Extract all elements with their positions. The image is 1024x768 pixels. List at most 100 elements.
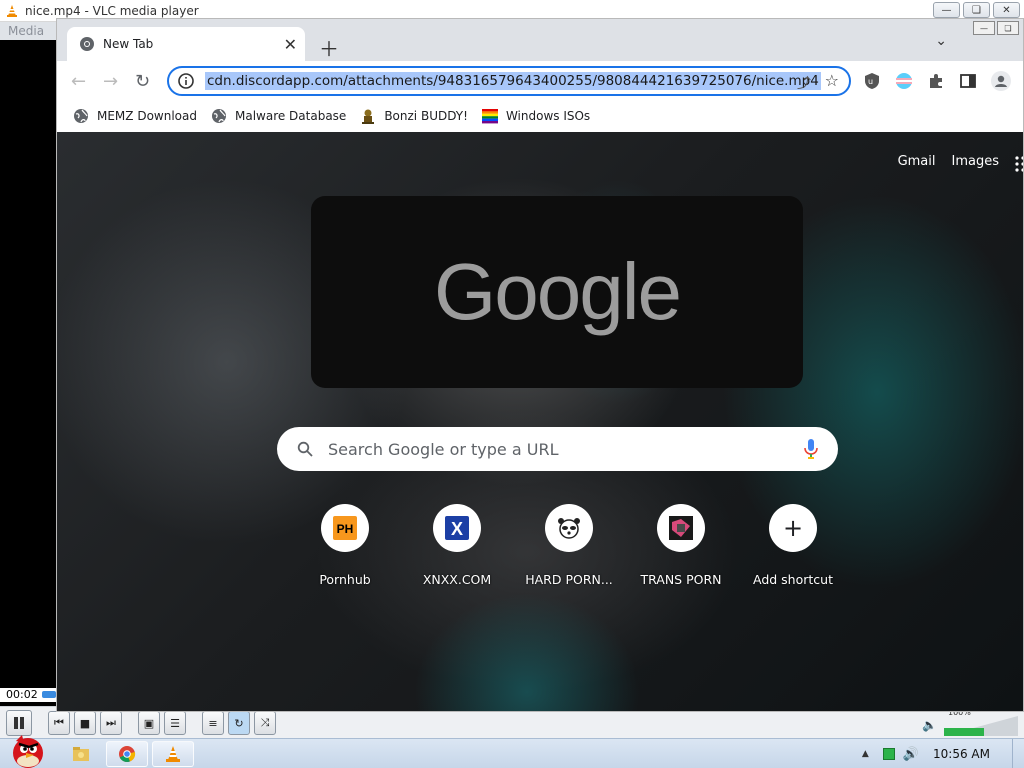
windows-flag-icon xyxy=(481,109,498,124)
tab-title: New Tab xyxy=(103,37,154,51)
bookmark-label: Malware Database xyxy=(234,109,347,123)
stop-button[interactable]: ■ xyxy=(74,711,96,735)
share-icon[interactable]: ⤴ xyxy=(797,73,811,93)
globe-icon xyxy=(211,109,226,123)
close-button[interactable]: ✕ xyxy=(993,2,1020,18)
trans-flag-extension-icon[interactable] xyxy=(895,72,913,90)
site-info-icon[interactable] xyxy=(177,72,195,90)
window-title: nice.mp4 - VLC media player xyxy=(25,3,199,18)
fullscreen-icon: ▣ xyxy=(143,716,155,730)
taskbar-vlc[interactable] xyxy=(152,741,194,767)
bookmark-star-icon[interactable]: ☆ xyxy=(825,71,839,90)
bookmark-bonzi-buddy[interactable]: Bonzi BUDDY! xyxy=(360,108,468,124)
show-desktop-button[interactable] xyxy=(1012,739,1024,768)
bookmark-label: MEMZ Download xyxy=(97,109,197,123)
previous-button[interactable]: ⏮ xyxy=(48,711,70,735)
speaker-icon[interactable]: 🔈 xyxy=(922,718,937,732)
back-icon[interactable]: ← xyxy=(71,71,86,92)
shortcut-pornhub[interactable]: PH Pornhub xyxy=(289,504,401,587)
volume-icon[interactable]: 🔊 xyxy=(903,747,919,762)
bookmark-windows-isos[interactable]: Windows ISOs xyxy=(481,108,590,124)
shortcut-trans-porn[interactable]: TRANS PORN xyxy=(625,504,737,587)
maximize-button[interactable]: ❏ xyxy=(963,2,990,18)
minimize-button[interactable]: — xyxy=(933,2,960,18)
ublock-icon[interactable]: u xyxy=(863,72,881,90)
show-hidden-icons-icon[interactable]: ▲ xyxy=(862,749,869,759)
images-link[interactable]: Images xyxy=(952,154,1000,169)
angry-bird-start-icon[interactable] xyxy=(2,731,50,768)
clock[interactable]: 10:56 AM xyxy=(933,747,990,761)
shortcut-icon: + xyxy=(769,504,817,552)
url-text[interactable]: cdn.discordapp.com/attachments/948316579… xyxy=(205,72,821,90)
shortcut-label: TRANS PORN xyxy=(640,572,722,587)
taskbar: ▲ 🔊 10:56 AM xyxy=(0,735,1024,768)
network-icon[interactable] xyxy=(882,748,895,760)
xnxx-icon: X xyxy=(445,516,469,540)
playlist-icon: ≡ xyxy=(208,716,218,730)
system-tray: ▲ 🔊 10:56 AM xyxy=(862,739,1024,768)
google-apps-icon[interactable] xyxy=(1013,156,1024,172)
add-icon: + xyxy=(782,514,804,542)
tab-strip: New Tab ✕ ＋ ⌄ — ❏ xyxy=(57,19,1023,62)
side-panel-icon[interactable] xyxy=(959,72,977,90)
bookmarks-bar: MEMZ Download Malware Database Bonzi BUD… xyxy=(57,101,1023,131)
omnibox[interactable]: cdn.discordapp.com/attachments/948316579… xyxy=(167,66,851,96)
search-icon xyxy=(297,441,313,457)
toolbar: ← → ↻ cdn.discordapp.com/attachments/948… xyxy=(57,61,1023,101)
bookmark-memz-download[interactable]: MEMZ Download xyxy=(73,108,197,124)
shortcut-xnxx[interactable]: X XNXX.COM xyxy=(401,504,513,587)
google-logo-box: Google xyxy=(311,196,803,388)
shortcut-hard-porn[interactable]: HARD PORN... xyxy=(513,504,625,587)
microphone-icon[interactable] xyxy=(804,439,818,459)
chrome-window: New Tab ✕ ＋ ⌄ — ❏ ← → ↻ cdn.discordapp.c… xyxy=(56,18,1024,712)
shortcuts: PH Pornhub X XNXX.COM HARD PORN... TRANS… xyxy=(289,504,849,587)
bookmark-label: Bonzi BUDDY! xyxy=(384,109,468,123)
pause-icon xyxy=(14,717,24,729)
tab-search-chevron-icon[interactable]: ⌄ xyxy=(935,33,947,49)
chrome-minimize-button[interactable]: — xyxy=(973,21,995,35)
fullscreen-button[interactable]: ▣ xyxy=(138,711,160,735)
reload-icon[interactable]: ↻ xyxy=(135,71,150,92)
shortcut-add[interactable]: + Add shortcut xyxy=(737,504,849,587)
volume-fill xyxy=(944,728,984,736)
google-logo: Google xyxy=(434,247,682,336)
bonzi-icon xyxy=(362,109,375,124)
shortcut-icon xyxy=(657,504,705,552)
shortcut-icon-text: X xyxy=(451,519,463,539)
shortcut-icon: X xyxy=(433,504,481,552)
chrome-restore-button[interactable]: ❏ xyxy=(997,21,1019,35)
vlc-cone-icon xyxy=(7,4,17,17)
vlc-cone-icon xyxy=(166,746,180,762)
taskbar-explorer[interactable] xyxy=(66,741,96,767)
shortcut-label: HARD PORN... xyxy=(525,572,613,587)
trans-site-icon xyxy=(669,516,693,540)
globe-icon xyxy=(74,109,88,123)
svg-text:u: u xyxy=(868,77,873,86)
next-button[interactable]: ⏭ xyxy=(100,711,122,735)
loop-button[interactable]: ↻ xyxy=(228,711,250,735)
gmail-link[interactable]: Gmail xyxy=(898,154,936,169)
seek-slider[interactable] xyxy=(42,691,56,698)
volume-control[interactable]: 🔈 100% xyxy=(918,708,1024,736)
extensions-puzzle-icon[interactable] xyxy=(927,72,945,90)
extended-settings-button[interactable]: ☰ xyxy=(164,711,186,735)
tab-close-icon[interactable]: ✕ xyxy=(284,35,297,54)
stop-icon: ■ xyxy=(79,716,91,730)
new-tab-icon[interactable]: ＋ xyxy=(319,33,339,62)
folder-icon xyxy=(73,747,89,761)
chrome-icon xyxy=(80,37,94,51)
playlist-button[interactable]: ≡ xyxy=(202,711,224,735)
forward-icon[interactable]: → xyxy=(103,71,118,92)
raccoon-face-icon xyxy=(558,518,580,539)
search-input[interactable]: Search Google or type a URL xyxy=(328,440,804,459)
bookmark-malware-database[interactable]: Malware Database xyxy=(211,108,346,124)
loop-icon: ↻ xyxy=(234,716,244,730)
next-icon: ⏭ xyxy=(106,716,116,729)
video-area xyxy=(0,40,56,688)
profile-avatar-icon[interactable] xyxy=(991,71,1011,91)
menu-media[interactable]: Media xyxy=(0,22,56,40)
taskbar-chrome[interactable] xyxy=(106,741,148,767)
tab-new-tab[interactable]: New Tab ✕ xyxy=(67,27,305,61)
search-box[interactable]: Search Google or type a URL xyxy=(277,427,838,471)
shuffle-button[interactable]: ⤨ xyxy=(254,711,276,735)
